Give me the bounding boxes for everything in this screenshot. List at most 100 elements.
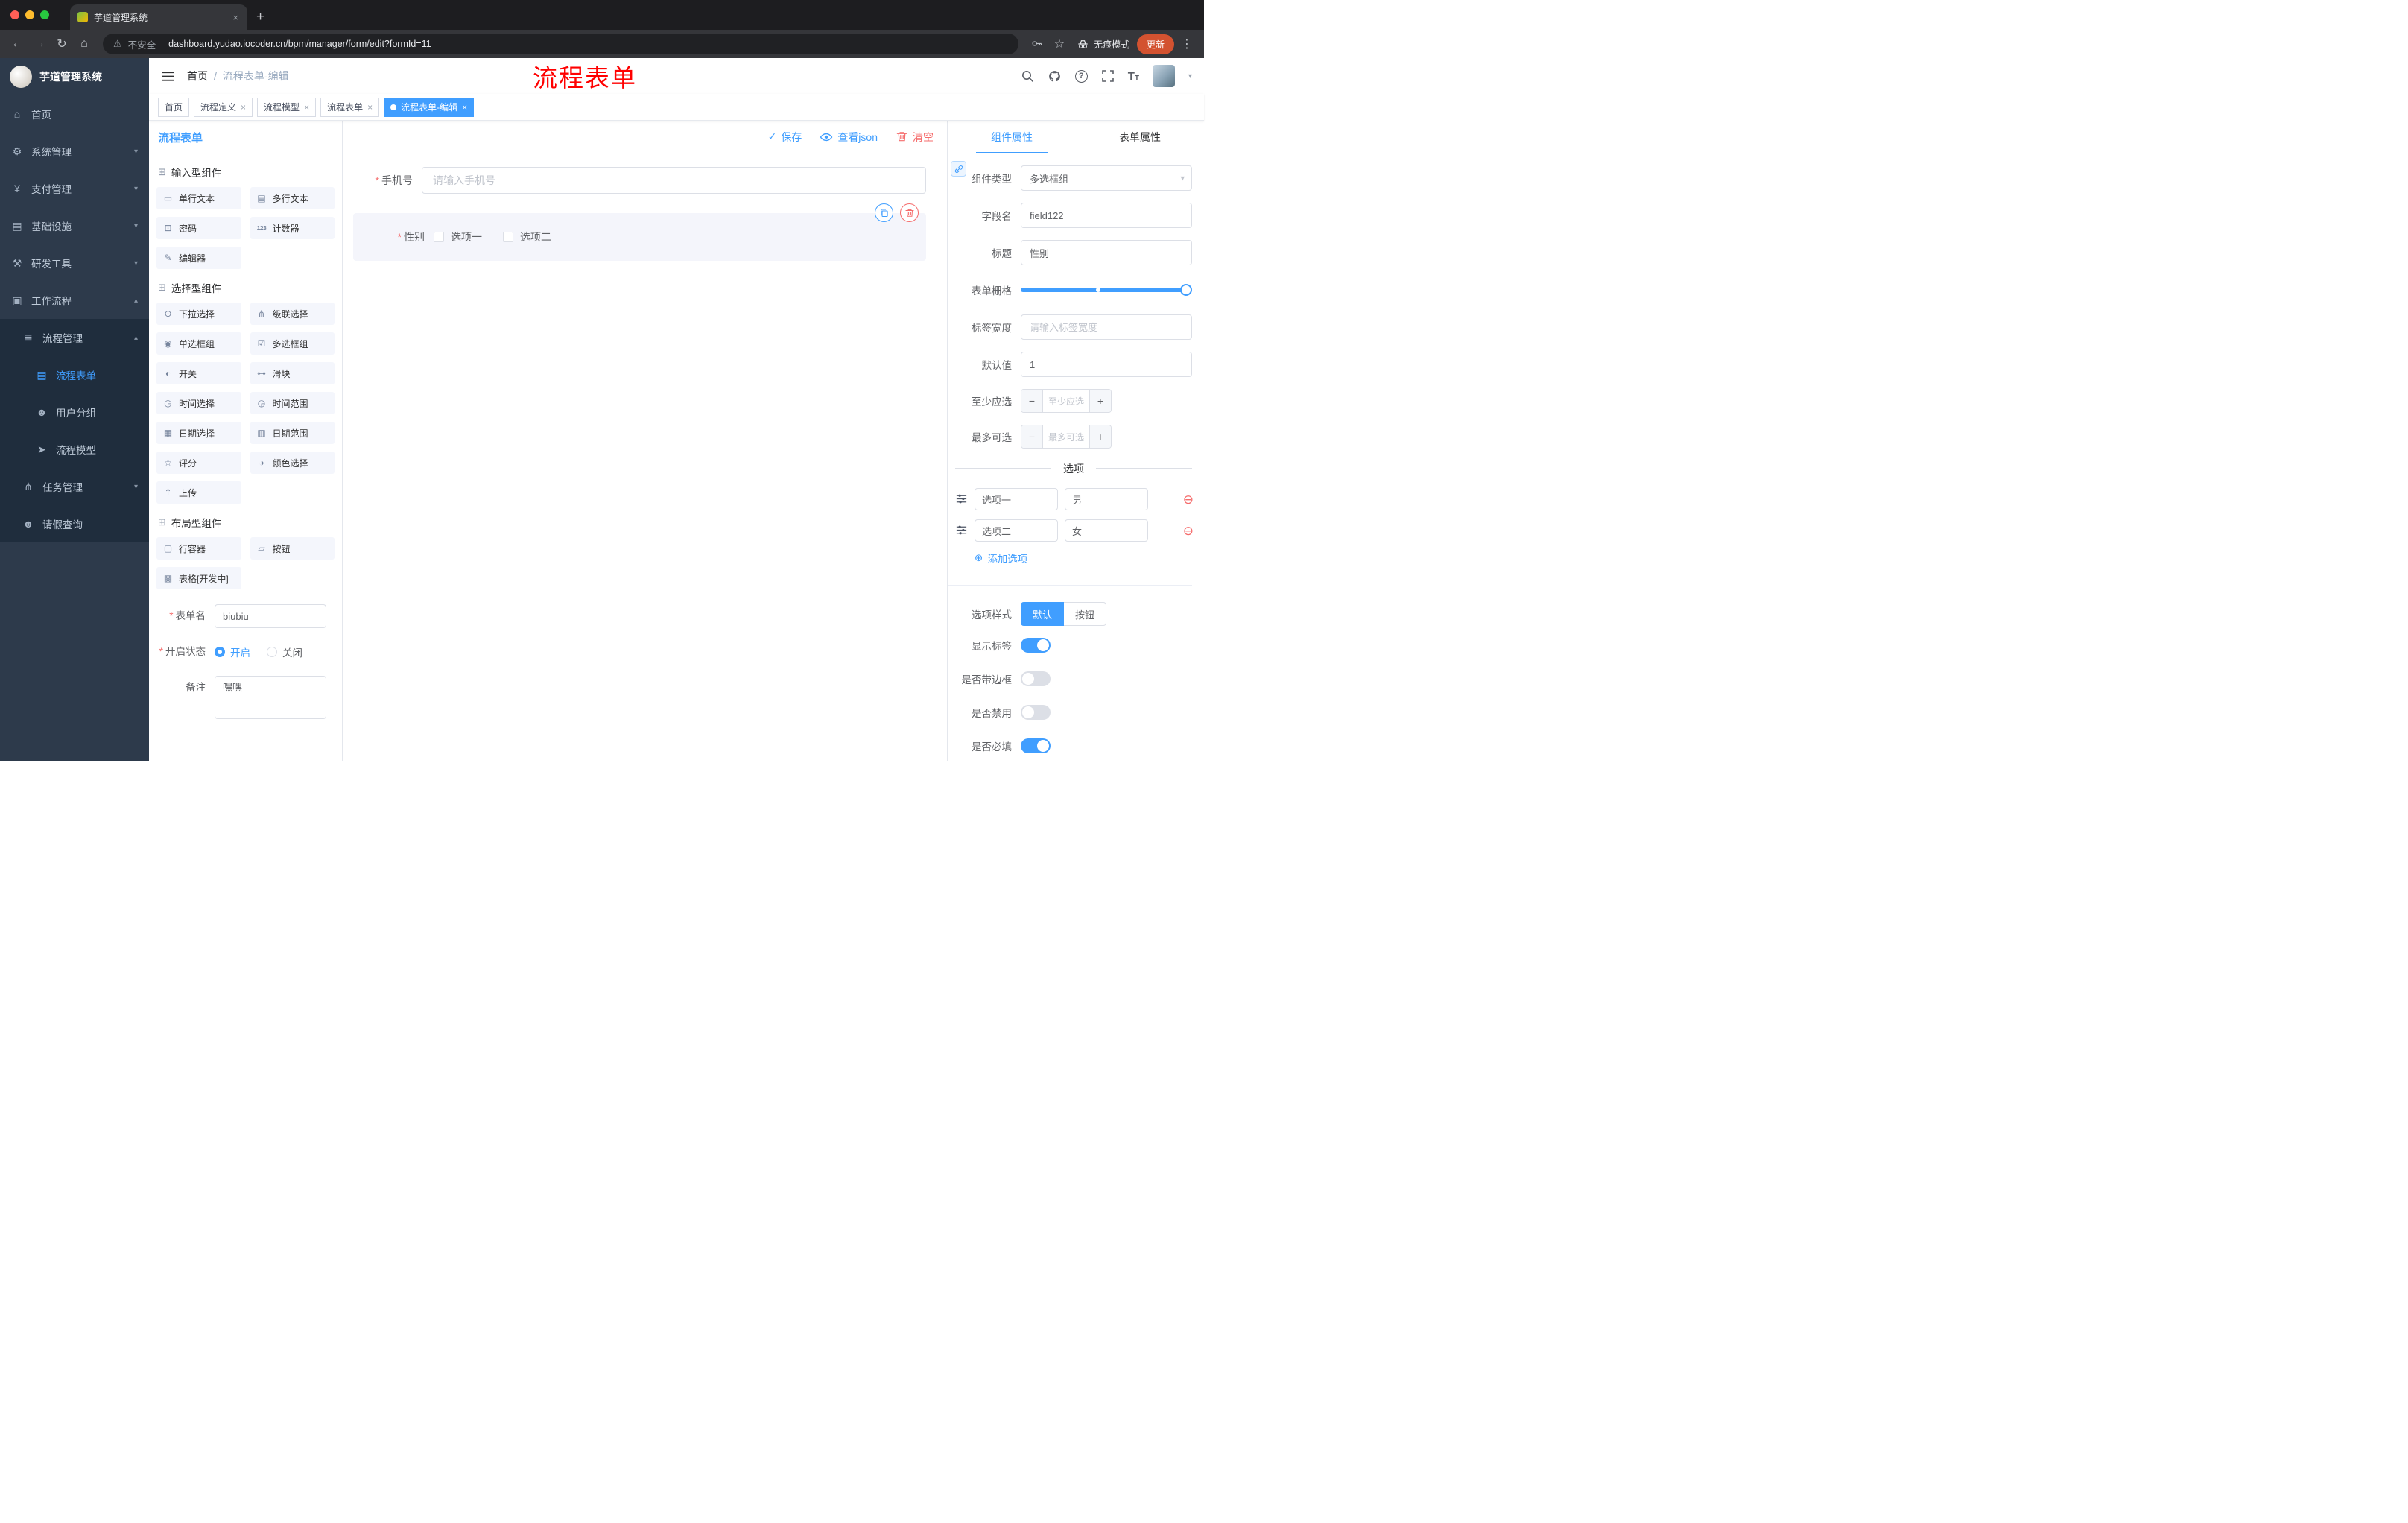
sidebar-item-payment[interactable]: ¥ 支付管理 ▾ [0, 170, 149, 207]
sidebar-item-system[interactable]: ⚙ 系统管理 ▾ [0, 133, 149, 170]
hamburger-icon[interactable] [161, 69, 175, 83]
comp-checkbox-group[interactable]: ☑ 多选框组 [250, 332, 335, 355]
checkbox-icon[interactable] [434, 232, 444, 242]
decrease-button[interactable]: − [1021, 425, 1042, 448]
comp-editor[interactable]: ✎ 编辑器 [156, 247, 241, 269]
comp-password[interactable]: ⊡ 密码 [156, 217, 241, 239]
border-toggle[interactable] [1021, 671, 1051, 686]
tag-process-definition[interactable]: 流程定义 × [194, 97, 253, 117]
sidebar-item-user-groups[interactable]: ☻ 用户分组 [0, 393, 149, 431]
tab-close-icon[interactable]: × [231, 12, 240, 23]
close-icon[interactable]: × [241, 102, 246, 113]
clear-button[interactable]: 清空 [896, 130, 934, 145]
remove-option-icon[interactable]: ⊖ [1183, 493, 1194, 506]
sidebar-item-leave-query[interactable]: ☻ 请假查询 [0, 505, 149, 542]
tag-process-form[interactable]: 流程表单 × [320, 97, 380, 117]
tag-process-model[interactable]: 流程模型 × [257, 97, 317, 117]
comp-cascader[interactable]: ⋔ 级联选择 [250, 303, 335, 325]
title-input[interactable] [1021, 240, 1192, 265]
form-remark-textarea[interactable]: 嘿嘿 [215, 676, 326, 719]
comp-upload[interactable]: ↥ 上传 [156, 481, 241, 504]
breadcrumb-home[interactable]: 首页 [187, 69, 208, 83]
option-value-input[interactable] [1065, 519, 1148, 542]
comp-input-text[interactable]: ▭ 单行文本 [156, 187, 241, 209]
save-button[interactable]: ✓ 保存 [768, 130, 802, 145]
tab-component-props[interactable]: 组件属性 [948, 121, 1076, 153]
add-option-button[interactable]: ⊕ 添加选项 [975, 551, 1204, 566]
sidebar-item-task-mgmt[interactable]: ⋔ 任务管理 ▾ [0, 468, 149, 505]
comp-radio-group[interactable]: ◉ 单选框组 [156, 332, 241, 355]
sidebar-item-home[interactable]: ⌂ 首页 [0, 95, 149, 133]
increase-button[interactable]: + [1090, 390, 1111, 412]
component-type-value[interactable] [1021, 165, 1192, 191]
new-tab-button[interactable]: + [256, 9, 264, 25]
radio-off[interactable]: 关闭 [267, 645, 302, 659]
reload-icon[interactable]: ↻ [52, 37, 72, 51]
avatar[interactable] [1152, 65, 1175, 87]
fullscreen-icon[interactable] [1101, 69, 1115, 83]
bookmark-star-icon[interactable]: ☆ [1050, 37, 1069, 51]
phone-input[interactable] [422, 167, 926, 194]
close-icon[interactable]: × [367, 102, 373, 113]
sidebar-item-process-mgmt[interactable]: ≣ 流程管理 ▴ [0, 319, 149, 356]
sidebar-item-infra[interactable]: ▤ 基础设施 ▾ [0, 207, 149, 244]
slider-handle[interactable] [1180, 284, 1192, 296]
font-size-icon[interactable]: TT [1128, 70, 1139, 83]
slider-track[interactable] [1021, 284, 1192, 296]
sidebar-item-workflow[interactable]: ▣ 工作流程 ▴ [0, 282, 149, 319]
github-icon[interactable] [1048, 69, 1062, 83]
sidebar-item-process-form[interactable]: ▤ 流程表单 [0, 356, 149, 393]
component-type-select[interactable]: ▾ [1021, 165, 1192, 191]
zoom-window-button[interactable] [40, 10, 49, 19]
option-label-input[interactable] [975, 519, 1058, 542]
doc-link-button[interactable] [951, 161, 966, 177]
comp-counter[interactable]: 123 计数器 [250, 217, 335, 239]
remove-option-icon[interactable]: ⊖ [1183, 525, 1194, 537]
field-name-input[interactable] [1021, 203, 1192, 228]
close-icon[interactable]: × [462, 102, 467, 113]
search-icon[interactable] [1021, 69, 1034, 83]
app-logo[interactable]: 芋道管理系统 [0, 58, 149, 95]
show-label-toggle[interactable] [1021, 638, 1051, 653]
max-select-value[interactable]: 最多可选 [1042, 425, 1090, 448]
gender-widget-selected[interactable]: * 性别 选项一 选项二 [353, 203, 926, 261]
style-default-button[interactable]: 默认 [1021, 602, 1065, 626]
tag-process-form-edit[interactable]: 流程表单-编辑 × [384, 97, 475, 117]
tag-home[interactable]: 首页 [158, 97, 190, 117]
sidebar-item-devtools[interactable]: ⚒ 研发工具 ▾ [0, 244, 149, 282]
close-window-button[interactable] [10, 10, 19, 19]
comp-select[interactable]: ⊙ 下拉选择 [156, 303, 241, 325]
close-icon[interactable]: × [304, 102, 309, 113]
minimize-window-button[interactable] [25, 10, 34, 19]
form-name-input[interactable] [215, 604, 326, 628]
password-key-icon[interactable] [1027, 37, 1047, 51]
home-icon[interactable]: ⌂ [75, 37, 94, 51]
default-value-input[interactable] [1021, 352, 1192, 377]
checkbox-option-1[interactable]: 选项一 [434, 229, 482, 244]
decrease-button[interactable]: − [1021, 390, 1042, 412]
address-bar[interactable]: ⚠ 不安全 dashboard.yudao.iocoder.cn/bpm/man… [103, 34, 1018, 54]
comp-slider[interactable]: ⊶ 滑块 [250, 362, 335, 384]
browser-menu-icon[interactable]: ⋮ [1177, 37, 1197, 51]
sidebar-item-process-model[interactable]: ➤ 流程模型 [0, 431, 149, 468]
tab-form-props[interactable]: 表单属性 [1076, 121, 1204, 153]
avatar-caret-icon[interactable]: ▾ [1188, 72, 1192, 80]
comp-switch[interactable]: ◐ 开关 [156, 362, 241, 384]
view-json-button[interactable]: 查看json [820, 130, 878, 145]
comp-time-picker[interactable]: ◷ 时间选择 [156, 392, 241, 414]
drag-handle-icon[interactable] [955, 524, 968, 537]
security-label[interactable]: 不安全 [128, 37, 156, 51]
form-grid-slider[interactable] [1021, 277, 1192, 303]
forward-icon[interactable]: → [30, 37, 49, 51]
comp-rate[interactable]: ☆ 评分 [156, 452, 241, 474]
phone-field-row[interactable]: * 手机号 [353, 167, 926, 194]
comp-textarea[interactable]: ▤ 多行文本 [250, 187, 335, 209]
copy-widget-button[interactable] [875, 203, 893, 222]
disabled-toggle[interactable] [1021, 705, 1051, 720]
comp-time-range[interactable]: ◶ 时间范围 [250, 392, 335, 414]
comp-date-range[interactable]: ▥ 日期范围 [250, 422, 335, 444]
comp-table[interactable]: ▩ 表格[开发中] [156, 567, 241, 589]
comp-color-picker[interactable]: ◑ 颜色选择 [250, 452, 335, 474]
back-icon[interactable]: ← [7, 37, 27, 51]
increase-button[interactable]: + [1090, 425, 1111, 448]
